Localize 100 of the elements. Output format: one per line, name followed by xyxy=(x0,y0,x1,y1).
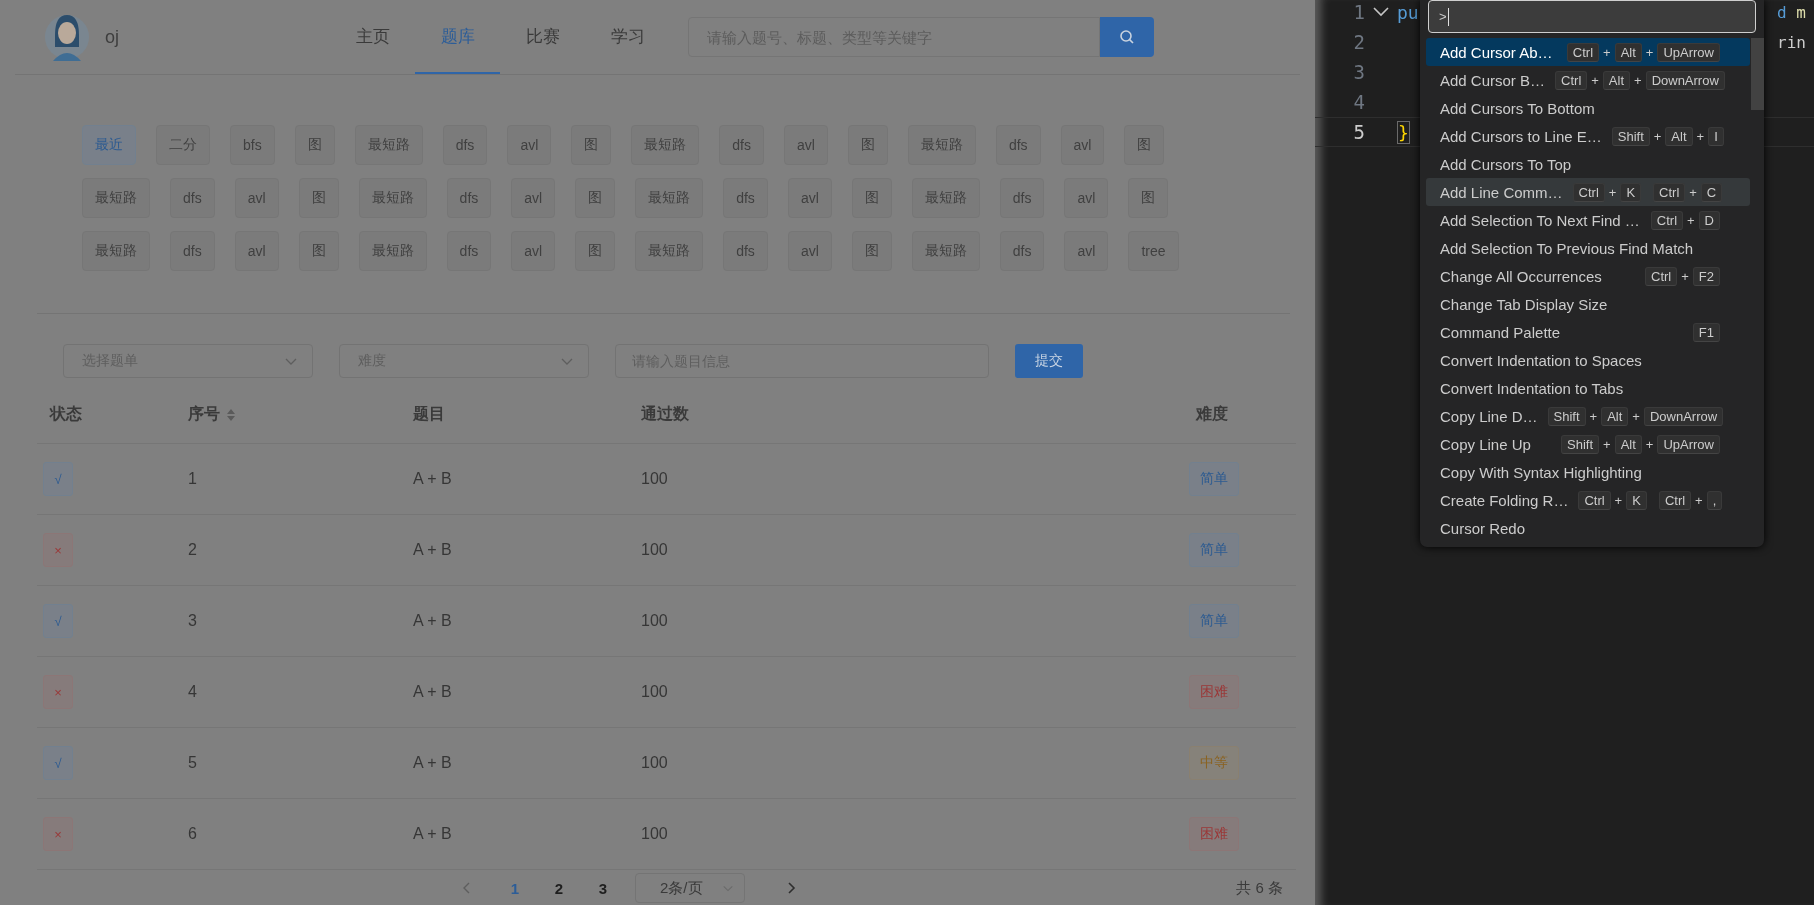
command-input[interactable]: > xyxy=(1428,0,1756,33)
table-cell-text: 100 xyxy=(640,612,668,630)
nav-tab[interactable]: 学习 xyxy=(585,0,670,74)
tag-chip[interactable]: dfs xyxy=(999,178,1045,218)
tag-chip[interactable]: dfs xyxy=(719,125,764,165)
tag-chip[interactable]: 最近 xyxy=(82,125,136,165)
tag-chip[interactable]: avl xyxy=(783,125,828,165)
page-size-select[interactable]: 2条/页 xyxy=(635,873,745,903)
nav-tab[interactable]: 比赛 xyxy=(500,0,585,74)
difficulty-tag: 简单 xyxy=(1189,533,1239,567)
line-number: 4 xyxy=(1352,91,1365,113)
tag-chip[interactable]: 图 xyxy=(294,125,335,165)
tag-chip[interactable]: avl xyxy=(507,125,552,165)
nav-tab[interactable]: 题库 xyxy=(415,0,500,74)
command-item[interactable]: Add Selection To Next Find … Ctrl + D xyxy=(1426,206,1750,234)
page-number[interactable]: 3 xyxy=(581,879,625,897)
tag-chip[interactable]: 最短路 xyxy=(635,178,704,218)
tag-chip[interactable]: avl xyxy=(511,178,556,218)
command-item[interactable]: Create Folding R… Ctrl + K Ctrl + , xyxy=(1426,486,1750,514)
tag-chip[interactable]: dfs xyxy=(995,125,1041,165)
command-item[interactable]: Copy Line Up Shift + Alt + UpArrow xyxy=(1426,430,1750,458)
fold-chevron-icon[interactable] xyxy=(1372,6,1390,18)
tag-chip[interactable]: 图 xyxy=(575,178,616,218)
tag-chip[interactable]: dfs xyxy=(446,231,492,271)
tag-chip[interactable]: dfs xyxy=(446,178,492,218)
keybinding-key: DownArrow xyxy=(1643,406,1724,426)
key-separator: + xyxy=(1644,436,1655,452)
command-item[interactable]: Add Selection To Previous Find Match xyxy=(1426,234,1750,262)
tag-chip[interactable]: 最短路 xyxy=(82,231,150,271)
keybinding-key: UpArrow xyxy=(1657,434,1720,454)
table-cell-text: 100 xyxy=(640,683,668,701)
search-button[interactable] xyxy=(1100,17,1154,57)
tag-chip[interactable]: dfs xyxy=(170,178,215,218)
keybinding-key: Shift xyxy=(1611,126,1650,146)
keybinding-key: Ctrl xyxy=(1650,210,1683,230)
tag-chip[interactable]: dfs xyxy=(999,231,1045,271)
command-item[interactable]: Cursor Redo xyxy=(1426,514,1750,542)
tag-chip[interactable]: 图 xyxy=(575,231,616,271)
tag-chip[interactable]: dfs xyxy=(442,125,488,165)
tag-chip[interactable]: 图 xyxy=(847,125,888,165)
tag-chip[interactable]: 图 xyxy=(298,178,339,218)
tag-chip[interactable]: avl xyxy=(787,178,832,218)
tag-chip[interactable]: 图 xyxy=(1128,178,1169,218)
tag-chip[interactable]: 图 xyxy=(851,178,892,218)
submit-button[interactable]: 提交 xyxy=(1015,344,1083,378)
tag-chip[interactable]: 图 xyxy=(1124,125,1165,165)
key-separator: + xyxy=(1688,184,1698,200)
command-item[interactable]: Command Palette F1 xyxy=(1426,318,1750,346)
next-page-icon[interactable] xyxy=(785,881,797,895)
command-item[interactable]: Change Tab Display Size xyxy=(1426,290,1750,318)
tag-chip[interactable]: avl xyxy=(234,178,279,218)
command-item[interactable]: Change All Occurrences Ctrl + F2 xyxy=(1426,262,1750,290)
page-number[interactable]: 2 xyxy=(537,879,581,897)
keybinding-key: Ctrl xyxy=(1555,70,1588,90)
command-item[interactable]: Add Cursor B… Ctrl + Alt + DownArrow xyxy=(1426,66,1750,94)
command-item[interactable]: Add Cursors to Line E… Shift + Alt + I xyxy=(1426,122,1750,150)
command-item[interactable]: Add Line Comm… Ctrl + K Ctrl + C xyxy=(1426,178,1750,206)
nav-tab[interactable]: 主页 xyxy=(330,0,415,74)
table-cell-text: 100 xyxy=(640,754,668,772)
code-text: } xyxy=(1397,120,1410,144)
command-item[interactable]: Copy With Syntax Highlighting xyxy=(1426,458,1750,486)
tag-chip[interactable]: avl xyxy=(1064,231,1109,271)
tag-chip[interactable]: dfs xyxy=(170,231,215,271)
command-item[interactable]: Add Cursors To Top xyxy=(1426,150,1750,178)
tag-chip[interactable]: avl xyxy=(1064,178,1109,218)
tag-chip[interactable]: 最短路 xyxy=(907,125,976,165)
tag-chip[interactable]: dfs xyxy=(723,178,768,218)
scrollbar-thumb[interactable] xyxy=(1751,38,1764,110)
tag-chip[interactable]: 最短路 xyxy=(358,178,427,218)
keybinding-key: C xyxy=(1700,182,1723,202)
column-header[interactable]: 序号 xyxy=(188,404,220,425)
difficulty-tag: 中等 xyxy=(1189,746,1239,780)
line-number: 3 xyxy=(1352,61,1365,83)
difficulty-tag: 困难 xyxy=(1189,817,1239,851)
page-number[interactable]: 1 xyxy=(493,879,537,897)
tag-chip[interactable]: 图 xyxy=(571,125,612,165)
line-number: 2 xyxy=(1352,31,1365,53)
tag-chip[interactable]: avl xyxy=(234,231,279,271)
table-cell-text: 100 xyxy=(640,825,668,843)
command-item[interactable]: Convert Indentation to Spaces xyxy=(1426,346,1750,374)
command-item[interactable]: Add Cursor Ab… Ctrl + Alt + UpArrow xyxy=(1426,38,1750,66)
tag-chip[interactable]: 最短路 xyxy=(631,125,700,165)
tag-chip[interactable]: dfs xyxy=(723,231,768,271)
tag-chip[interactable]: bfs xyxy=(230,125,275,165)
tag-chip[interactable]: tree xyxy=(1128,231,1179,271)
keybinding-key: Alt xyxy=(1665,126,1693,146)
tag-chip[interactable]: avl xyxy=(1060,125,1105,165)
tag-chip[interactable]: 最短路 xyxy=(358,231,427,271)
command-item[interactable]: Add Cursors To Bottom xyxy=(1426,94,1750,122)
tag-chip[interactable]: avl xyxy=(787,231,832,271)
tag-chip[interactable]: 图 xyxy=(851,231,892,271)
tag-chip[interactable]: avl xyxy=(511,231,556,271)
tag-chip[interactable]: 最短路 xyxy=(911,178,980,218)
tag-chip[interactable]: 最短路 xyxy=(354,125,423,165)
command-item[interactable]: Copy Line D… Shift + Alt + DownArrow xyxy=(1426,402,1750,430)
tag-chip[interactable]: 最短路 xyxy=(82,178,150,218)
tag-chip[interactable]: 最短路 xyxy=(635,231,704,271)
tag-chip[interactable]: 图 xyxy=(298,231,339,271)
tag-chip[interactable]: 最短路 xyxy=(911,231,980,271)
command-item[interactable]: Convert Indentation to Tabs xyxy=(1426,374,1750,402)
